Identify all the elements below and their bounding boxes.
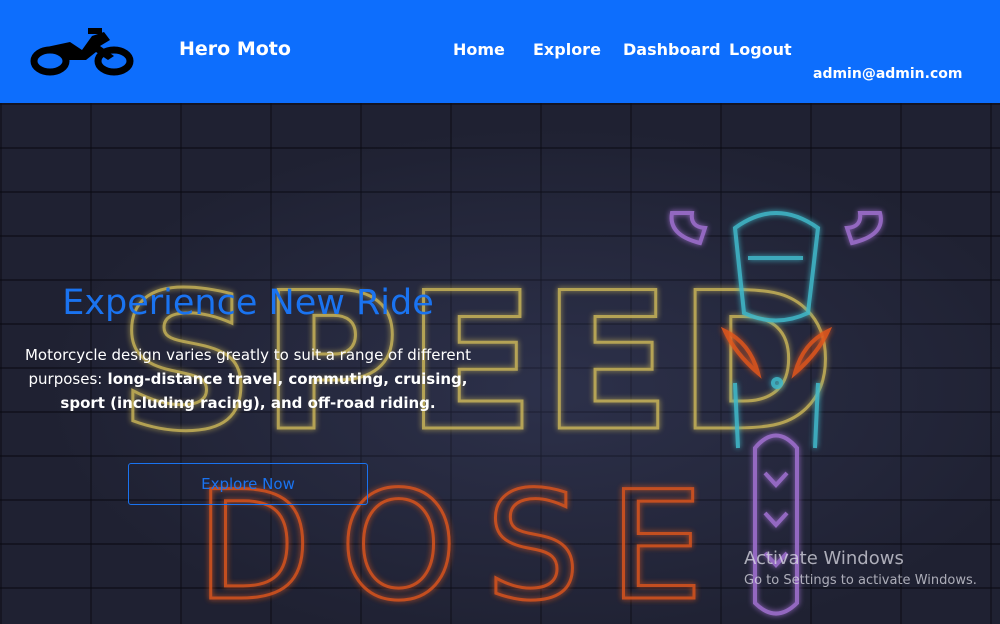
nav-dashboard-link[interactable]: Dashboard <box>623 40 721 59</box>
watermark-title: Activate Windows <box>744 548 904 569</box>
navbar: Hero Moto Home Explore Dashboard Logout … <box>0 0 1000 103</box>
nav-home-link[interactable]: Home <box>453 40 505 59</box>
hero-description: Motorcycle design varies greatly to suit… <box>6 343 490 415</box>
brand-name[interactable]: Hero Moto <box>179 38 291 60</box>
motorcycle-icon[interactable] <box>30 26 134 76</box>
hero-section: SPEED DOSE Experience New Ride Motorcycl… <box>0 103 1000 624</box>
explore-now-button[interactable]: Explore Now <box>128 463 368 505</box>
hero-title: Experience New Ride <box>62 283 434 323</box>
nav-explore-link[interactable]: Explore <box>533 40 601 59</box>
windows-activation-watermark: Activate Windows Go to Settings to activ… <box>744 548 977 588</box>
watermark-subtitle: Go to Settings to activate Windows. <box>744 573 977 588</box>
nav-logout-link[interactable]: Logout <box>729 40 792 59</box>
hero-description-bold: long-distance travel, commuting, cruisin… <box>60 370 468 412</box>
user-email: admin@admin.com <box>813 66 963 82</box>
